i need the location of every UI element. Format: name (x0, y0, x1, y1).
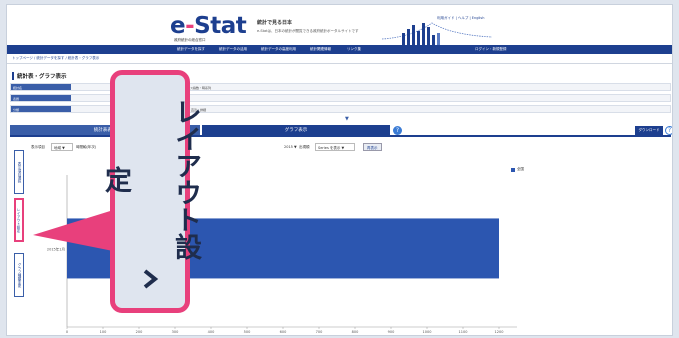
x-tick-label: 1200 (495, 330, 504, 334)
tab-graph[interactable]: グラフ表示 (202, 125, 390, 135)
side-tab-items[interactable]: 表示項目選択 (14, 150, 24, 194)
chevron-down-icon[interactable]: ▼ (345, 116, 349, 122)
x-tick-label: 700 (316, 330, 323, 334)
help-icon[interactable]: ? (393, 126, 402, 135)
layout-settings-callout[interactable]: レイアウト設定 (100, 70, 201, 313)
logo-stat: Stat (194, 13, 247, 39)
side-tab-layout[interactable]: レイアウト設定 (14, 198, 24, 242)
nav-item-advanced[interactable]: 統計データの高度利用 (261, 47, 296, 52)
x-tick-label: 0 (66, 330, 68, 334)
info-label: 表題 (11, 95, 71, 101)
side-tab-graph-type[interactable]: グラフ種類変更 (14, 253, 24, 297)
tagline-sub: e-Statは、日本の統計が閲覧できる政府統計ポータルサイトです (257, 29, 359, 33)
estat-logo[interactable]: e-Stat (170, 13, 247, 39)
select-time[interactable]: 2015 ▼ (282, 143, 297, 151)
x-tick-label: 200 (136, 330, 143, 334)
skyline-graphic-icon (382, 22, 492, 45)
control-label-items: 表示項目 (31, 145, 45, 149)
nav-item-links[interactable]: リンク集 (347, 47, 361, 52)
browser-frame: e-Stat 政府統計の総合窓口 統計で見る日本 e-Statは、日本の統計が閲… (6, 4, 673, 336)
nav-item-info[interactable]: 統計関連情報 (310, 47, 331, 52)
nav-item-use[interactable]: 統計データの活用 (219, 47, 247, 52)
x-tick-label: 800 (352, 330, 359, 334)
logo-e: e (170, 13, 186, 39)
download-help-icon[interactable]: ? (665, 126, 672, 135)
chevron-right-icon[interactable] (139, 268, 161, 290)
nav-item-search[interactable]: 統計データを探す (177, 47, 205, 52)
tagline: 統計で見る日本 (257, 20, 293, 26)
x-tick-label: 300 (172, 330, 179, 334)
x-tick-label: 600 (280, 330, 287, 334)
main-nav: 統計データを探す 統計データの活用 統計データの高度利用 統計関連情報 リンク集… (7, 45, 672, 54)
callout-label: レイアウト設定 (100, 98, 201, 260)
select-items[interactable]: 地域 ▼ (51, 143, 73, 151)
breadcrumb[interactable]: トップページ / 統計データを探す / 統計表・グラフ表示 (12, 56, 99, 61)
x-tick-label: 1100 (459, 330, 468, 334)
x-tick-label: 500 (244, 330, 251, 334)
logo-subtitle: 政府統計の総合窓口 (174, 38, 206, 42)
refresh-button[interactable]: 再表示 (363, 143, 382, 151)
divider (7, 63, 672, 64)
info-label: 分類 (11, 106, 71, 112)
logo-dash: - (185, 13, 195, 39)
nav-login[interactable]: ログイン・新規登録 (475, 47, 507, 52)
page-title: 統計表・グラフ表示 (12, 72, 67, 80)
control-label-order: 出現順 (299, 145, 310, 149)
info-label: 統計名 (11, 84, 71, 90)
x-tick-label: 1000 (423, 330, 432, 334)
x-tick-label: 900 (388, 330, 395, 334)
x-tick-label: 100 (100, 330, 107, 334)
download-button[interactable]: ダウンロード (635, 126, 663, 135)
x-tick-label: 400 (208, 330, 215, 334)
legend-swatch (511, 168, 515, 172)
site-header: e-Stat 政府統計の総合窓口 統計で見る日本 e-Statは、日本の統計が閲… (7, 5, 672, 45)
select-order[interactable]: Series を表示 ▼ (315, 143, 355, 151)
legend-label: 全国 (517, 167, 524, 171)
